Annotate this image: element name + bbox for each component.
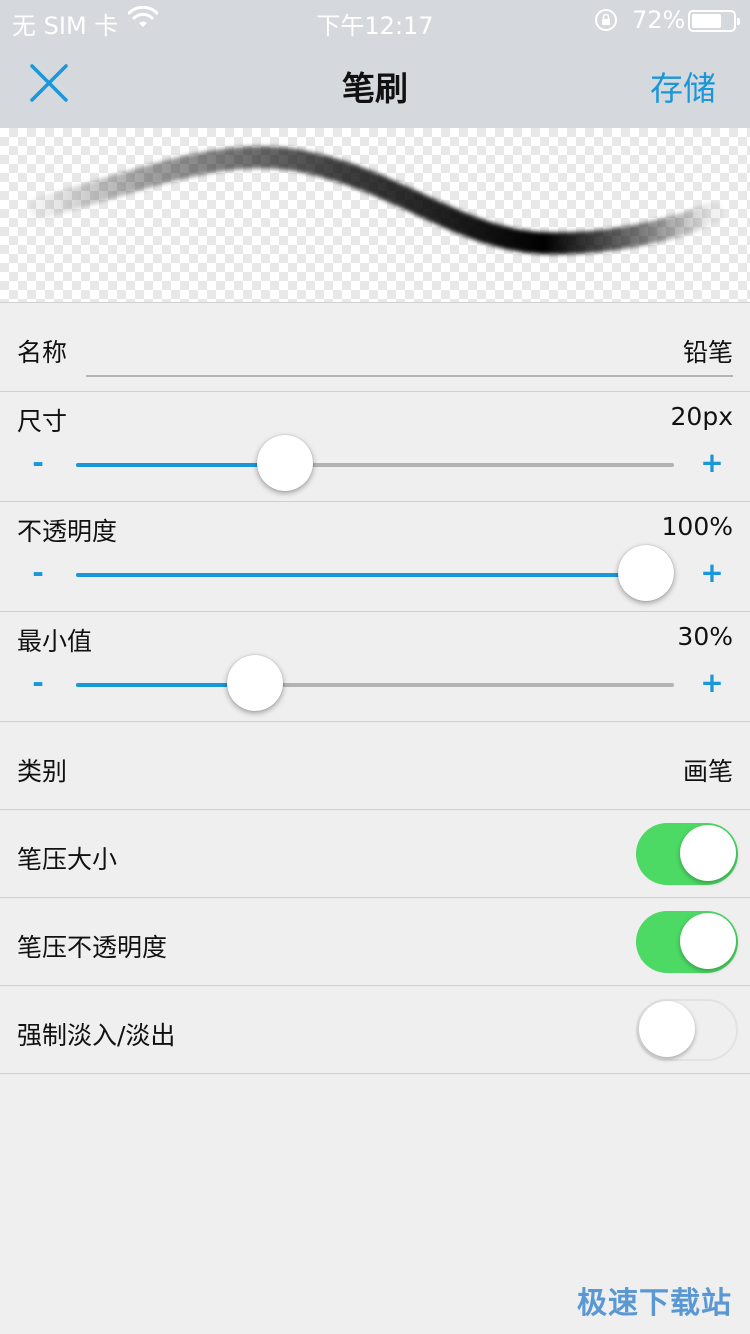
size-value: 20px [670,402,733,431]
force-fade-label: 强制淡入/淡出 [17,1021,176,1050]
name-label: 名称 [17,338,68,367]
name-field-underline [86,375,733,377]
opacity-value: 100% [661,512,733,541]
opacity-minus-button[interactable]: - [18,556,58,589]
size-slider[interactable] [76,435,674,491]
size-slider-fill [76,463,286,467]
battery-icon [688,10,740,32]
pressure-size-toggle[interactable] [636,823,738,885]
min-value-plus-button[interactable]: + [692,666,732,699]
watermark: 极速下载站 [577,1286,732,1321]
size-label: 尺寸 [17,407,68,436]
page-title: 笔刷 [342,69,408,108]
battery-percent: 72% [632,6,686,34]
size-plus-button[interactable]: + [692,446,732,479]
size-minus-button[interactable]: - [18,446,58,479]
category-value: 画笔 [682,757,733,786]
brush-stroke [29,146,723,255]
opacity-label: 不透明度 [17,517,118,546]
name-row: 名称 铅笔 [0,303,750,392]
toggle-knob [680,825,736,881]
pressure-opacity-toggle[interactable] [636,911,738,973]
brush-preview [0,128,750,303]
opacity-slider[interactable] [76,545,674,601]
opacity-plus-button[interactable]: + [692,556,732,589]
top-bar: 无 SIM 卡 下午12:17 72% 笔刷 存储 [0,0,750,128]
toggle-knob [680,913,736,969]
min-value-minus-button[interactable]: - [18,666,58,699]
size-slider-thumb[interactable] [257,435,314,491]
min-value-value: 30% [677,622,733,651]
pressure-size-row: 笔压大小 [0,810,750,898]
save-button[interactable]: 存储 [650,62,716,110]
pressure-opacity-label: 笔压不透明度 [17,933,168,962]
size-row: 尺寸 20px - + [0,392,750,502]
opacity-row: 不透明度 100% - + [0,502,750,612]
category-label: 类别 [17,757,68,786]
min-value-slider[interactable] [76,655,674,711]
pressure-size-label: 笔压大小 [17,845,118,874]
opacity-slider-thumb[interactable] [618,545,674,601]
min-value-row: 最小值 30% - + [0,612,750,722]
orientation-lock-icon [594,8,618,38]
pressure-opacity-row: 笔压不透明度 [0,898,750,986]
force-fade-row: 强制淡入/淡出 [0,986,750,1074]
force-fade-toggle[interactable] [636,999,738,1061]
opacity-slider-fill [76,573,674,577]
category-row[interactable]: 类别 画笔 [0,722,750,810]
min-value-label: 最小值 [17,627,93,656]
min-value-slider-thumb[interactable] [227,655,284,711]
name-field[interactable]: 铅笔 [683,333,733,369]
status-bar: 无 SIM 卡 下午12:17 72% [0,0,750,40]
toggle-knob [639,1001,695,1057]
